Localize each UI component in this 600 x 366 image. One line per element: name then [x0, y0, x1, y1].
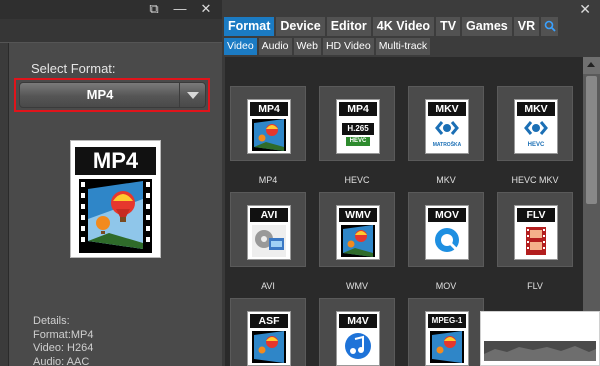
film-balloon-icon	[252, 331, 286, 363]
format-icon-label: MP4	[339, 102, 377, 116]
hevc-format-icon: MP4 H.265 HEVC	[336, 99, 380, 154]
tab-format[interactable]: Format	[224, 17, 275, 36]
details-audio: Audio: AAC	[33, 355, 90, 366]
format-name: MP4	[258, 175, 278, 185]
avi-format-icon: AVI	[247, 205, 291, 260]
format-icon-label: MPEG-1	[428, 314, 466, 328]
left-toolbar-strip	[0, 19, 222, 43]
format-name: MOV	[435, 281, 457, 291]
close-icon[interactable]: ✕	[579, 1, 591, 18]
matroska-icon: MATROŠKA	[430, 119, 464, 151]
format-tile-m4v[interactable]: M4V	[319, 298, 395, 366]
matroska-icon: HEVC	[519, 119, 553, 151]
hevc-badge: HEVC	[346, 137, 370, 146]
format-name: MKV	[436, 175, 456, 185]
format-tile-hevc[interactable]: MP4 H.265 HEVC	[319, 86, 395, 161]
category-tabs: Format Device Editor 4K Video TV Games V…	[224, 17, 560, 36]
film-balloon-icon	[341, 225, 375, 257]
flv-format-icon: FLV	[514, 205, 558, 260]
music-note-icon	[341, 331, 375, 363]
format-settings-panel: ⧉ — ✕ Select Format: MP4 MP4 Details: Fo…	[0, 0, 222, 366]
format-tile-avi[interactable]: AVI	[230, 192, 306, 267]
format-icon-label: ASF	[250, 314, 288, 328]
format-icon-label: MKV	[428, 102, 466, 116]
filmstrip-icon	[519, 225, 553, 257]
scroll-thumb[interactable]	[586, 76, 597, 204]
h265-text: H.265	[342, 123, 374, 135]
format-name: FLV	[527, 281, 543, 291]
matroska-text: MATROŠKA	[432, 142, 462, 148]
hevc-mkv-format-icon: MKV HEVC	[514, 99, 558, 154]
format-icon-label: M4V	[339, 314, 377, 328]
tab-tv[interactable]: TV	[436, 17, 461, 36]
mp4-format-icon: MP4	[247, 99, 291, 154]
format-icon-label: MKV	[517, 102, 555, 116]
format-name: AVI	[261, 281, 275, 291]
tab-device[interactable]: Device	[276, 17, 325, 36]
format-dropdown-value: MP4	[86, 87, 114, 102]
overlay-preview-panel	[480, 311, 600, 366]
film-balloon-icon	[79, 179, 152, 253]
details-heading: Details:	[33, 315, 70, 327]
subcategory-tabs: Video Audio Web HD Video Multi-track	[224, 38, 432, 55]
chevron-down-icon[interactable]	[179, 83, 205, 107]
close-button[interactable]: ✕	[198, 1, 214, 17]
search-icon[interactable]	[541, 17, 559, 36]
left-edge-bar	[0, 43, 9, 366]
popout-icon[interactable]: ⧉	[146, 1, 162, 17]
subtab-web[interactable]: Web	[293, 38, 321, 55]
format-tile-mp4[interactable]: MP4	[230, 86, 306, 161]
format-name: HEVC MKV	[511, 175, 559, 185]
tab-4k-video[interactable]: 4K Video	[372, 17, 435, 36]
format-tile-asf[interactable]: ASF	[230, 298, 306, 366]
format-details: Details: Format:MP4 Video: H264 Audio: A…	[33, 315, 94, 366]
tab-editor[interactable]: Editor	[326, 17, 371, 36]
format-dropdown[interactable]: MP4	[19, 82, 206, 108]
subtab-hd-video[interactable]: HD Video	[322, 38, 374, 55]
selected-format-icon: MP4	[70, 140, 161, 258]
format-tile-mpeg-1[interactable]: MPEG-1	[408, 298, 484, 366]
format-tile-mkv[interactable]: MKV MATROŠKA	[408, 86, 484, 161]
mov-format-icon: MOV	[425, 205, 469, 260]
format-icon-label: WMV	[339, 208, 377, 222]
h265-icon: H.265 HEVC	[341, 119, 375, 151]
left-titlebar: ⧉ — ✕	[0, 0, 222, 19]
film-balloon-icon	[430, 331, 464, 363]
select-format-label: Select Format:	[31, 61, 116, 76]
format-icon-label: MP4	[250, 102, 288, 116]
film-reel-icon	[252, 225, 286, 257]
tab-games[interactable]: Games	[462, 17, 512, 36]
quicktime-icon	[430, 225, 464, 257]
minimize-button[interactable]: —	[172, 1, 188, 17]
format-name: WMV	[346, 281, 368, 291]
mpeg-1-format-icon: MPEG-1	[425, 311, 469, 366]
format-icon-label: FLV	[517, 208, 555, 222]
m4v-format-icon: M4V	[336, 311, 380, 366]
format-name: HEVC	[344, 175, 370, 185]
subtab-audio[interactable]: Audio	[258, 38, 292, 55]
details-format: Format:MP4	[33, 328, 94, 341]
format-tile-wmv[interactable]: WMV	[319, 192, 395, 267]
film-balloon-icon	[252, 119, 286, 151]
details-video: Video: H264	[33, 342, 94, 354]
format-tile-mov[interactable]: MOV	[408, 192, 484, 267]
wmv-format-icon: WMV	[336, 205, 380, 260]
selected-format-icon-label: MP4	[75, 147, 156, 175]
mkv-format-icon: MKV MATROŠKA	[425, 99, 469, 154]
format-icon-label: AVI	[250, 208, 288, 222]
hevc-text: HEVC	[527, 142, 545, 148]
scroll-up-icon[interactable]	[583, 57, 600, 74]
asf-format-icon: ASF	[247, 311, 291, 366]
waveform-thumbnail	[481, 312, 599, 365]
format-tile-flv[interactable]: FLV	[497, 192, 573, 267]
format-tile-hevc-mkv[interactable]: MKV HEVC	[497, 86, 573, 161]
tab-vr[interactable]: VR	[513, 17, 540, 36]
subtab-video[interactable]: Video	[224, 38, 257, 55]
format-icon-label: MOV	[428, 208, 466, 222]
subtab-multi-track[interactable]: Multi-track	[375, 38, 431, 55]
format-picker-header: ✕ Format Device Editor 4K Video TV Games…	[222, 0, 600, 57]
